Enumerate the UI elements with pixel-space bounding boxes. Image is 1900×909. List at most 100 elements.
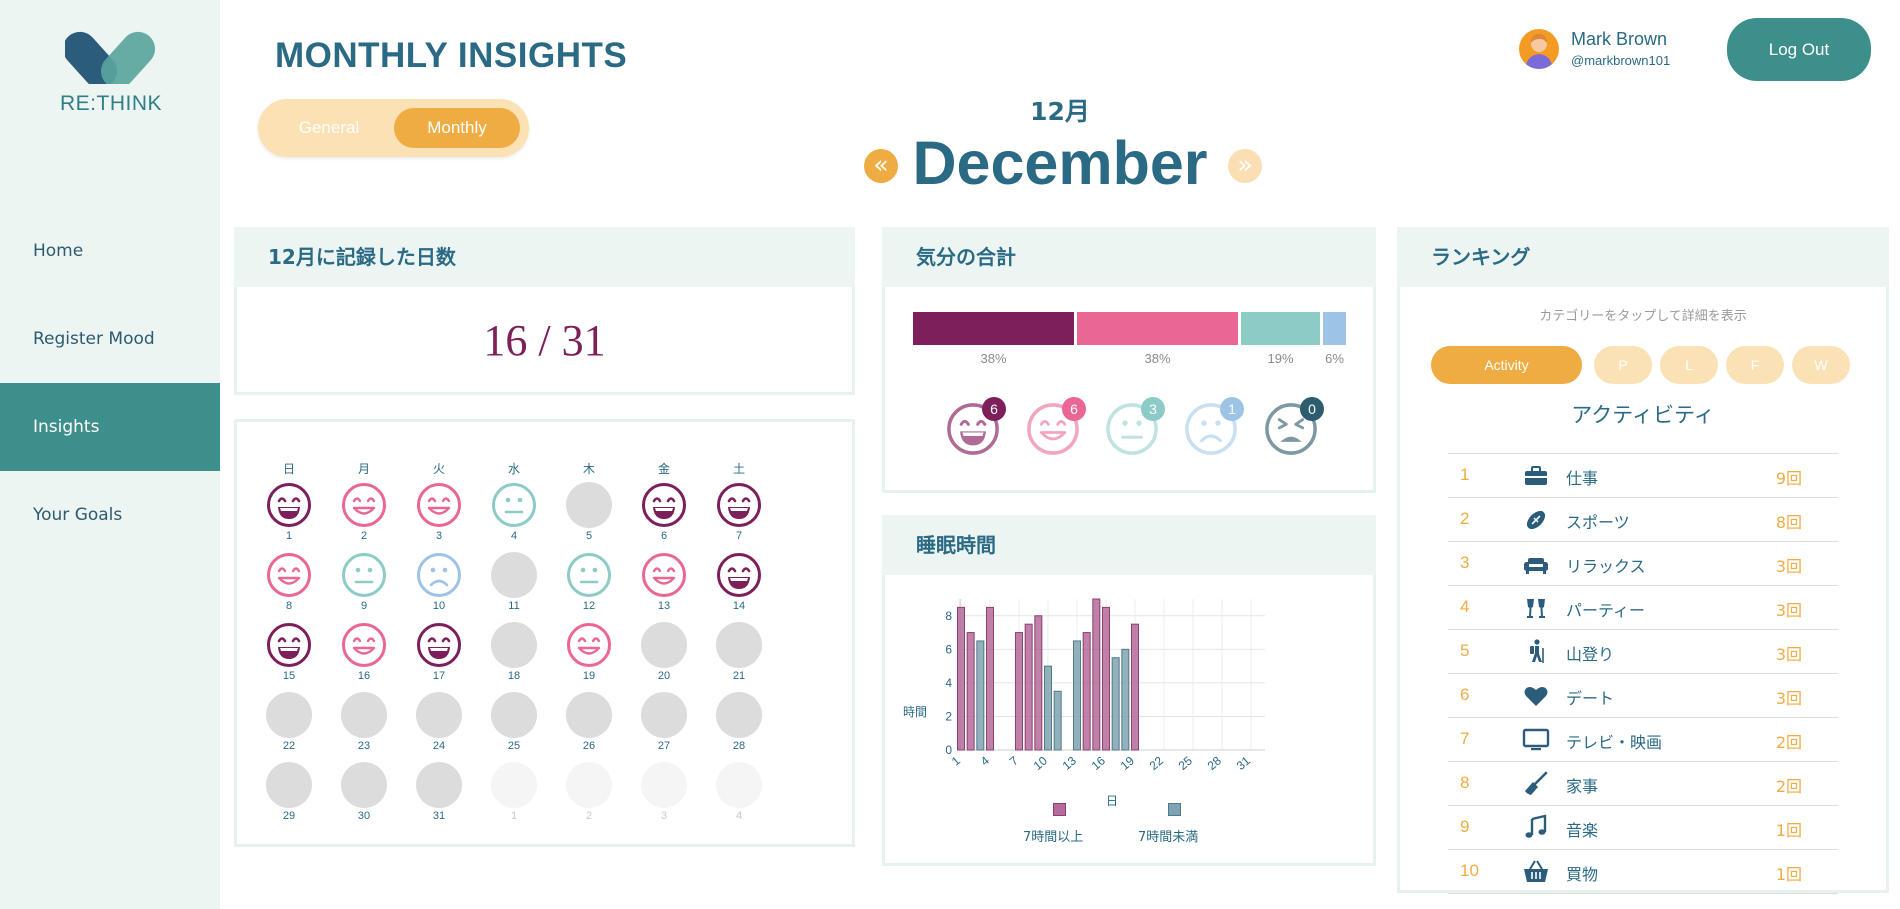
good-mood-icon: [416, 482, 462, 528]
mood-total-title: 気分の合計: [882, 227, 1376, 287]
weekday-label: 木: [582, 462, 595, 476]
next-month-button[interactable]: »: [1228, 149, 1262, 183]
calendar-day-number: 23: [357, 740, 371, 752]
calendar-day[interactable]: 25: [491, 692, 537, 752]
ranking-activity-name: パーティー: [1566, 601, 1646, 620]
calendar-day[interactable]: 5: [566, 482, 612, 542]
calendar-day-number: 3: [660, 810, 668, 822]
sidebar-item-register-mood[interactable]: Register Mood: [0, 295, 220, 383]
sleep-bar: [1073, 640, 1081, 751]
ranking-chip-w[interactable]: W: [1792, 346, 1850, 384]
x-tick-label: 7: [1007, 753, 1021, 768]
sleep-bar: [1044, 665, 1052, 751]
good-mood-icon: [266, 552, 312, 598]
ranking-row[interactable]: 3 リラックス 3回: [1448, 541, 1838, 585]
ranking-row[interactable]: 6 デート 3回: [1448, 673, 1838, 717]
sidebar-item-home[interactable]: Home: [0, 207, 220, 295]
sleep-bar: [1015, 632, 1023, 751]
awful-mood-total-icon[interactable]: 0: [1264, 397, 1324, 456]
ranking-chip-p[interactable]: P: [1594, 346, 1652, 384]
mood-bar-percent: 38%: [980, 351, 1007, 366]
logo[interactable]: RE:THINK: [60, 24, 162, 116]
calendar-day-number: 19: [582, 670, 596, 682]
calendar-day[interactable]: 11: [491, 552, 537, 612]
ranking-activity-name: 仕事: [1566, 469, 1599, 488]
calendar-day[interactable]: 21: [716, 622, 762, 682]
calendar-day[interactable]: 2: [341, 482, 387, 542]
logout-button[interactable]: Log Out: [1727, 18, 1871, 81]
calendar-day[interactable]: 16: [341, 622, 387, 682]
calendar-day[interactable]: 19: [566, 622, 612, 682]
empty-day-icon: [566, 762, 612, 808]
calendar-day[interactable]: 28: [716, 692, 762, 752]
great-mood-total-icon[interactable]: 6: [946, 397, 1006, 456]
calendar-day-number: 1: [510, 810, 518, 822]
briefcase-icon: [1522, 462, 1550, 490]
ranking-hint: カテゴリーをタップして詳細を表示: [1539, 309, 1747, 324]
ranking-row[interactable]: 7 テレビ・映画 2回: [1448, 717, 1838, 761]
prev-month-button[interactable]: «: [864, 149, 898, 183]
calendar-day[interactable]: 4: [491, 482, 537, 542]
calendar-day[interactable]: 7: [716, 482, 762, 542]
calendar-day[interactable]: 29: [266, 762, 312, 822]
ranking-chip-activity[interactable]: Activity: [1431, 346, 1582, 384]
calendar-day-number: 15: [282, 670, 296, 682]
weekday-label: 日: [282, 462, 295, 476]
empty-day-icon: [266, 692, 312, 738]
ranking-row[interactable]: 1 仕事 9回: [1448, 453, 1838, 497]
calendar-day[interactable]: 24: [416, 692, 462, 752]
calendar-day[interactable]: 14: [716, 552, 762, 612]
ranking-row[interactable]: 10 買物 1回: [1448, 849, 1838, 893]
mood-bar-percent: 6%: [1325, 351, 1344, 366]
y-tick-label: 4: [945, 676, 952, 690]
neutral-mood-total-icon[interactable]: 3: [1105, 397, 1165, 456]
calendar-day[interactable]: 12: [566, 552, 612, 612]
x-tick-label: 4: [978, 753, 992, 768]
toggle-monthly-button[interactable]: Monthly: [394, 108, 520, 148]
user-profile[interactable]: Mark Brown @markbrown101: [1519, 28, 1699, 74]
calendar-day[interactable]: 18: [491, 622, 537, 682]
calendar-day-number: 24: [432, 740, 446, 752]
calendar-day[interactable]: 15: [266, 622, 312, 682]
mood-count-badge: 0: [1300, 397, 1324, 421]
view-toggle: General Monthly: [258, 99, 529, 157]
sleep-bar: [957, 606, 965, 751]
calendar-day[interactable]: 30: [341, 762, 387, 822]
calendar-day[interactable]: 26: [566, 692, 612, 752]
calendar-day[interactable]: 22: [266, 692, 312, 752]
sleep-chart: 024681 4 7 10 13 16 19 22 25 28 31時間日: [903, 598, 1265, 808]
ranking-activity-name: テレビ・映画: [1566, 733, 1663, 752]
ranking-row[interactable]: 2 スポーツ 8回: [1448, 497, 1838, 541]
calendar-day[interactable]: 10: [416, 552, 462, 612]
calendar-day[interactable]: 9: [341, 552, 387, 612]
ranking-row[interactable]: 5 山登り 3回: [1448, 629, 1838, 673]
empty-day-icon: [491, 692, 537, 738]
ranking-row[interactable]: 4 パーティー 3回: [1448, 585, 1838, 629]
ranking-number: 8: [1460, 773, 1470, 792]
calendar-day[interactable]: 6: [641, 482, 687, 542]
ranking-row[interactable]: 9 音楽 1回: [1448, 805, 1838, 849]
y-tick-label: 2: [945, 709, 952, 723]
ranking-row[interactable]: 8 家事 2回: [1448, 761, 1838, 805]
sidebar-item-insights[interactable]: Insights: [0, 383, 220, 471]
calendar-day-number: 31: [432, 810, 446, 822]
sidebar-item-your-goals[interactable]: Your Goals: [0, 471, 220, 559]
calendar-day[interactable]: 3: [416, 482, 462, 542]
calendar-day-number: 2: [585, 810, 593, 822]
calendar-day[interactable]: 17: [416, 622, 462, 682]
calendar-day[interactable]: 1: [266, 482, 312, 542]
ranking-chip-f[interactable]: F: [1726, 346, 1784, 384]
x-tick-label: 22: [1147, 753, 1166, 773]
calendar-day[interactable]: 8: [266, 552, 312, 612]
legend-swatch: [1168, 803, 1181, 816]
calendar-day[interactable]: 13: [641, 552, 687, 612]
calendar-day[interactable]: 31: [416, 762, 462, 822]
sad-mood-total-icon[interactable]: 1: [1184, 397, 1244, 456]
ranking-chip-l[interactable]: L: [1660, 346, 1718, 384]
calendar-day[interactable]: 20: [641, 622, 687, 682]
good-mood-total-icon[interactable]: 6: [1026, 397, 1086, 456]
calendar-day[interactable]: 23: [341, 692, 387, 752]
toggle-general-button[interactable]: General: [266, 108, 392, 148]
ranking-number: 1: [1460, 465, 1470, 484]
calendar-day[interactable]: 27: [641, 692, 687, 752]
